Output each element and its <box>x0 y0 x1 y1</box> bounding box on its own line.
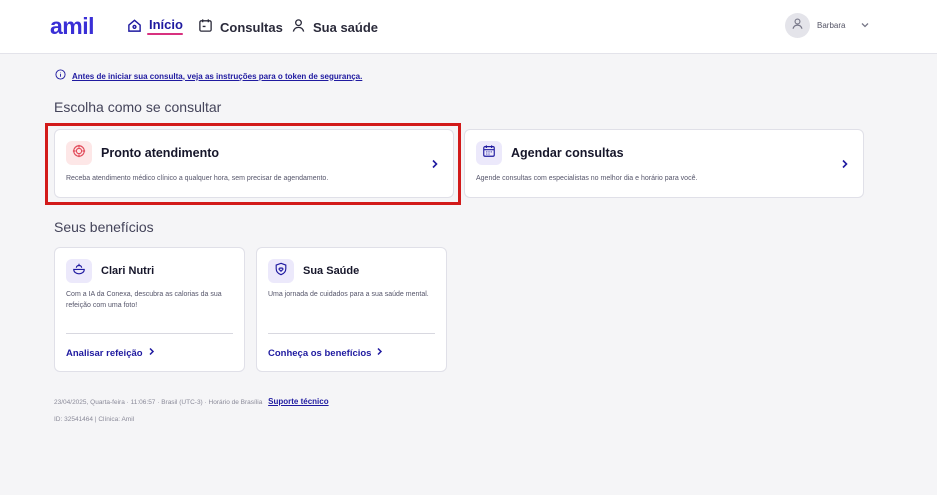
info-icon <box>55 67 66 85</box>
calendar-icon <box>482 144 496 163</box>
nav-consultas-label: Consultas <box>220 19 283 35</box>
card-title: Sua Saúde <box>303 265 360 277</box>
card-link-label: Conheça os benefícios <box>268 347 372 359</box>
card-title: Clari Nutri <box>101 265 155 277</box>
top-header: amil Início Consultas Sua saúde Barbara <box>0 0 937 54</box>
card-title: Pronto atendimento <box>101 146 220 160</box>
clari-nutri-card[interactable]: Clari Nutri Com a IA da Conexa, descubra… <box>54 247 245 372</box>
card-title: Agendar consultas <box>511 146 624 160</box>
active-tab-indicator <box>147 33 183 35</box>
info-banner: Antes de iniciar sua consulta, veja as i… <box>55 67 362 85</box>
divider <box>268 333 435 334</box>
nav-consultas[interactable]: Consultas <box>198 0 283 54</box>
support-link[interactable]: Suporte técnico <box>268 397 328 406</box>
card-description: Agende consultas com especialistas no me… <box>476 175 698 182</box>
person-icon <box>291 18 306 36</box>
analisar-refeicao-link[interactable]: Analisar refeição <box>66 347 155 359</box>
user-icon <box>791 17 804 35</box>
nav-sua-saude[interactable]: Sua saúde <box>291 0 378 54</box>
chevron-down-icon <box>845 17 870 35</box>
conheca-beneficios-link[interactable]: Conheça os benefícios <box>268 347 383 359</box>
user-name: Barbara <box>817 21 846 30</box>
benefits-section-title: Seus benefícios <box>54 219 154 235</box>
home-icon <box>127 18 142 36</box>
consult-section-title: Escolha como se consultar <box>54 99 222 115</box>
footer-ids: ID: 32541464 | Clínica: Amil <box>54 416 135 423</box>
sua-saude-card[interactable]: Sua Saúde Uma jornada de cuidados para a… <box>256 247 447 372</box>
chevron-right-icon <box>148 347 155 359</box>
nav-inicio-label: Início <box>149 16 183 32</box>
card-description: Receba atendimento médico clínico a qual… <box>66 175 329 182</box>
food-bowl-icon <box>72 262 86 281</box>
amil-logo[interactable]: amil <box>50 13 95 40</box>
card-icon-box <box>268 259 294 283</box>
card-icon-box <box>66 259 92 283</box>
divider <box>66 333 233 334</box>
pronto-atendimento-card[interactable]: Pronto atendimento Receba atendimento mé… <box>54 129 454 198</box>
card-description: Com a IA da Conexa, descubra as calorias… <box>66 291 222 309</box>
avatar <box>785 13 810 38</box>
datetime-text: 23/04/2025, Quarta-feira · 11:06:57 · Br… <box>54 399 263 406</box>
card-link-label: Analisar refeição <box>66 347 143 359</box>
nav-sua-saude-label: Sua saúde <box>313 19 379 35</box>
nav-inicio[interactable]: Início <box>127 0 183 54</box>
target-icon <box>72 144 86 163</box>
footer-datetime: 23/04/2025, Quarta-feira · 11:06:57 · Br… <box>54 397 329 406</box>
chevron-right-icon <box>376 347 383 359</box>
card-icon-box <box>476 141 502 165</box>
calendar-doc-icon <box>198 18 213 36</box>
agendar-consultas-card[interactable]: Agendar consultas Agende consultas com e… <box>464 129 864 198</box>
card-description: Uma jornada de cuidados para a sua saúde… <box>268 291 429 298</box>
card-icon-box <box>66 141 92 165</box>
token-instructions-link[interactable]: Antes de iniciar sua consulta, veja as i… <box>72 72 362 81</box>
user-menu[interactable]: Barbara <box>785 13 870 38</box>
shield-heart-icon <box>274 262 288 281</box>
